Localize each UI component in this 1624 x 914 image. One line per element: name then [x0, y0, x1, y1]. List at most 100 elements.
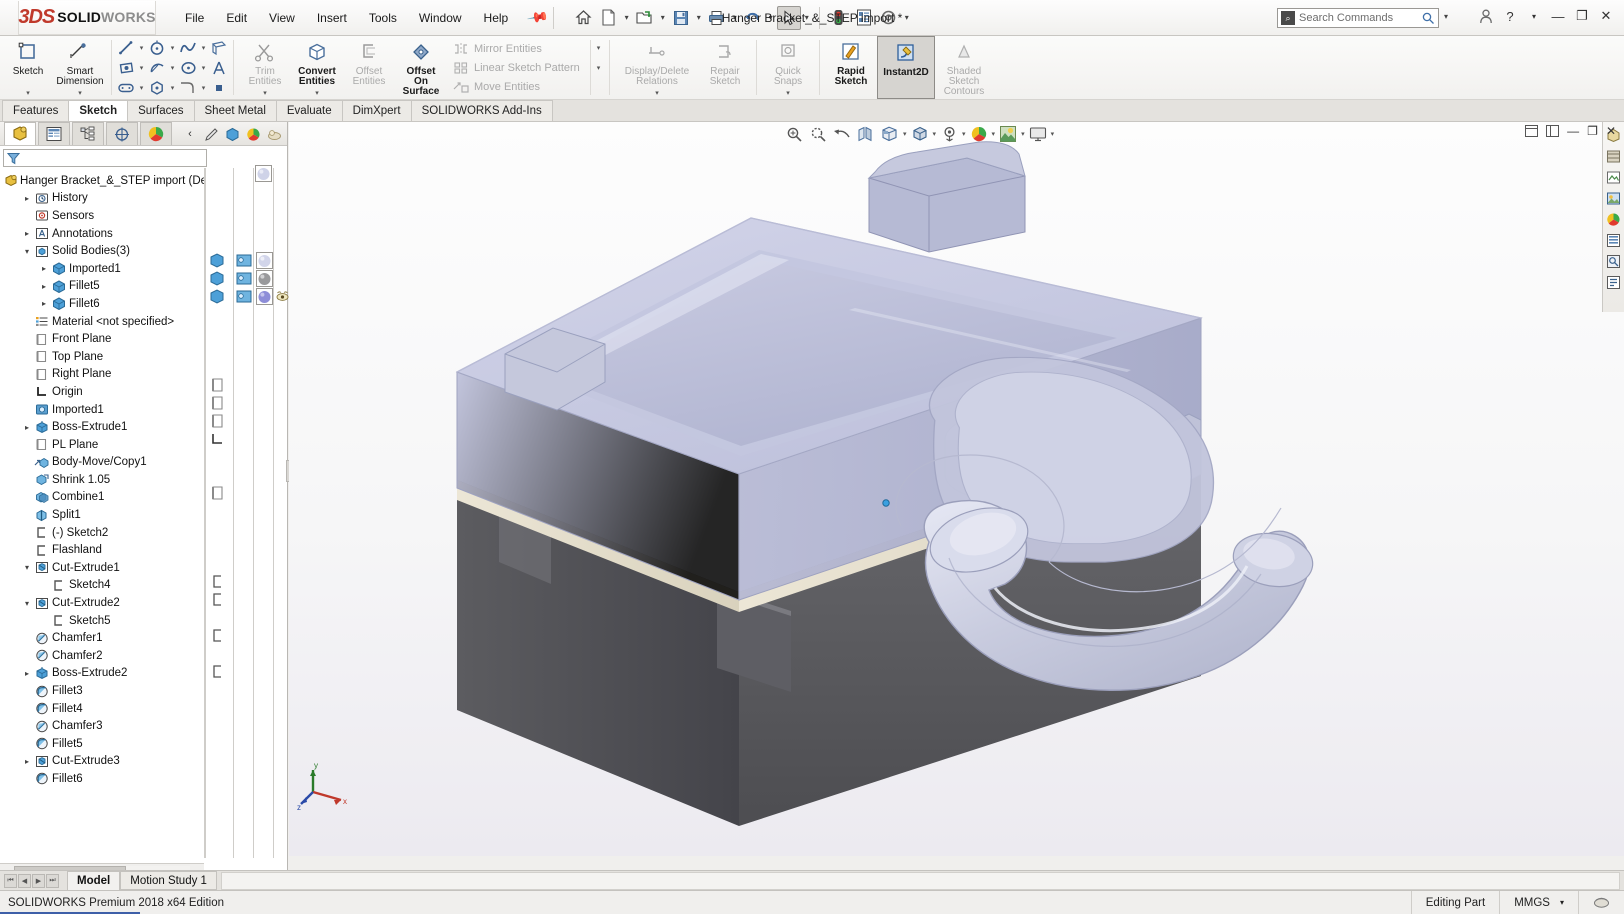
view-settings-caret[interactable]: ▾	[1051, 130, 1055, 138]
help-button[interactable]: ?	[1500, 6, 1520, 26]
display-manager-tab[interactable]	[140, 122, 172, 145]
trim-caret[interactable]: ▾	[263, 89, 267, 99]
ellipse-caret-icon[interactable]: ▾	[199, 64, 208, 72]
tree-node-combine1[interactable]: Combine1	[0, 489, 204, 507]
display-delete-relations-button[interactable]: Display/Delete Relations ▾	[615, 36, 699, 99]
tree-node-sketch4[interactable]: Sketch4	[0, 577, 204, 595]
tree-node-body-move-copy1[interactable]: Body-Move/Copy1	[0, 454, 204, 472]
tree-expander-collapsed-icon[interactable]: ▸	[21, 194, 33, 203]
tree-node-solid-bodies-3[interactable]: ▾ Solid Bodies(3)	[0, 242, 204, 260]
pattern-caret-2[interactable]: ▾	[594, 64, 603, 72]
tab-features[interactable]: Features	[2, 100, 70, 121]
hide-body-eye-icon[interactable]	[274, 287, 290, 305]
body-icon-fillet5[interactable]	[207, 269, 227, 287]
tree-node-fillet6[interactable]: Fillet6	[0, 770, 204, 788]
text-icon[interactable]	[208, 58, 230, 77]
line-caret-icon[interactable]: ▾	[137, 44, 146, 52]
tree-node-chamfer3[interactable]: Chamfer3	[0, 717, 204, 735]
display-style-caret[interactable]: ▾	[933, 130, 937, 138]
tree-node-fillet4[interactable]: Fillet4	[0, 700, 204, 718]
rectangle-caret-icon[interactable]: ▾	[137, 64, 146, 72]
dimxpert-manager-tab[interactable]	[106, 122, 138, 145]
body-icon-imported1[interactable]	[207, 251, 227, 269]
tree-node-fillet5[interactable]: Fillet5	[0, 735, 204, 753]
tree-node-right-plane[interactable]: Right Plane	[0, 366, 204, 384]
move-entities-button[interactable]: Move Entities	[449, 77, 587, 96]
collapse-chevron-icon[interactable]: ‹	[181, 125, 199, 143]
body-icon-fillet6[interactable]	[207, 287, 227, 305]
tree-node-sensors[interactable]: Sensors	[0, 207, 204, 225]
graphics-viewport[interactable]: ▾ ▾ ▾ ▾ ▾ ▾ — ❐ ✕ y x z	[289, 122, 1624, 856]
help-caret-icon[interactable]: ▾	[1524, 6, 1544, 26]
tree-expander-collapsed-icon[interactable]: ▸	[38, 282, 50, 291]
fillet-caret-icon[interactable]: ▾	[199, 84, 208, 92]
tree-expander-collapsed-icon[interactable]: ▸	[38, 264, 50, 273]
scenes-panel-icon[interactable]	[1605, 168, 1623, 186]
arc-icon[interactable]	[146, 58, 168, 77]
section-view-icon[interactable]	[855, 124, 877, 144]
slot-icon[interactable]	[115, 78, 137, 97]
search-caret[interactable]: ▾	[1441, 12, 1451, 21]
tree-node-boss-extrude2[interactable]: ▸ Boss-Extrude2	[0, 665, 204, 683]
tree-expander-collapsed-icon[interactable]: ▸	[38, 299, 50, 308]
tree-expander-collapsed-icon[interactable]: ▸	[21, 229, 33, 238]
status-units[interactable]: MMGS ▾	[1499, 891, 1578, 914]
tree-expander-expanded-icon[interactable]: ▾	[21, 563, 33, 572]
tree-node-sketch2[interactable]: (-) Sketch2	[0, 524, 204, 542]
tab-addins[interactable]: SOLIDWORKS Add-Ins	[410, 100, 553, 121]
previous-view-icon[interactable]	[831, 124, 853, 144]
bottom-tab-model[interactable]: Model	[67, 871, 121, 890]
display-state-fillet6[interactable]	[235, 287, 253, 305]
tree-node-cut-extrude2[interactable]: ▾ Cut-Extrude2	[0, 594, 204, 612]
rapid-sketch-button[interactable]: Rapid Sketch	[825, 36, 877, 99]
tab-dimxpert[interactable]: DimXpert	[341, 100, 412, 121]
zoom-to-fit-icon[interactable]	[783, 124, 805, 144]
close-doc-icon[interactable]: ✕	[1606, 124, 1616, 138]
tree-expander-expanded-icon[interactable]: ▾	[21, 247, 33, 256]
nav-prev-icon[interactable]: ◀	[18, 873, 31, 888]
fillet-icon[interactable]	[177, 78, 199, 97]
tree-node-chamfer2[interactable]: Chamfer2	[0, 647, 204, 665]
mirror-entities-button[interactable]: Mirror Entities	[449, 39, 587, 58]
tree-filter-input[interactable]	[3, 149, 207, 167]
linear-sketch-pattern-button[interactable]: Linear Sketch Pattern	[449, 58, 587, 77]
restore-button[interactable]: ❐	[1572, 6, 1592, 26]
view-orientation-icon[interactable]	[879, 124, 901, 144]
arc-caret-icon[interactable]: ▾	[168, 64, 177, 72]
smart-dimension-caret[interactable]: ▾	[78, 89, 82, 99]
display-style-icon[interactable]	[909, 124, 931, 144]
edit-appearance-icon[interactable]	[968, 124, 990, 144]
tile-vertically-icon[interactable]	[1546, 125, 1560, 137]
tab-evaluate[interactable]: Evaluate	[275, 100, 343, 121]
nav-first-icon[interactable]: ⏮	[4, 873, 17, 888]
quick-snaps-caret[interactable]: ▾	[786, 89, 790, 99]
close-button[interactable]: ✕	[1596, 6, 1616, 26]
zoom-to-area-icon[interactable]	[807, 124, 829, 144]
spline-caret-icon[interactable]: ▾	[199, 44, 208, 52]
tree-node-origin[interactable]: Origin	[0, 383, 204, 401]
tree-node-fillet3[interactable]: Fillet3	[0, 682, 204, 700]
nav-next-icon[interactable]: ▶	[32, 873, 45, 888]
view-bodies-icon[interactable]	[223, 125, 241, 143]
edit-appearance-caret[interactable]: ▾	[992, 130, 996, 138]
minimize-button[interactable]: —	[1548, 6, 1568, 26]
trim-entities-button[interactable]: Trim Entities ▾	[239, 36, 291, 99]
tab-surfaces[interactable]: Surfaces	[127, 100, 195, 121]
appearances-panel-icon[interactable]	[1605, 147, 1623, 165]
apply-scene-icon[interactable]	[997, 124, 1019, 144]
hide-show-items-icon[interactable]	[938, 124, 960, 144]
rectangle-icon[interactable]	[115, 58, 137, 77]
offset-entities-button[interactable]: Offset Entities	[343, 36, 395, 99]
relations-caret[interactable]: ▾	[655, 89, 659, 99]
tree-node-annotations[interactable]: ▸ Annotations	[0, 225, 204, 243]
account-icon[interactable]	[1476, 6, 1496, 26]
polygon-icon[interactable]	[146, 78, 168, 97]
shaded-sketch-contours-button[interactable]: Shaded Sketch Contours	[935, 36, 993, 99]
tile-horizontally-icon[interactable]	[1525, 125, 1539, 137]
circle-icon[interactable]	[146, 38, 168, 57]
smart-dimension-button[interactable]: Smart Dimension ▾	[54, 36, 106, 99]
file-explorer-icon[interactable]	[1605, 231, 1623, 249]
minimize-doc-icon[interactable]: —	[1567, 124, 1579, 138]
tree-node-sketch5[interactable]: Sketch5	[0, 612, 204, 630]
property-manager-tab[interactable]	[38, 122, 70, 145]
